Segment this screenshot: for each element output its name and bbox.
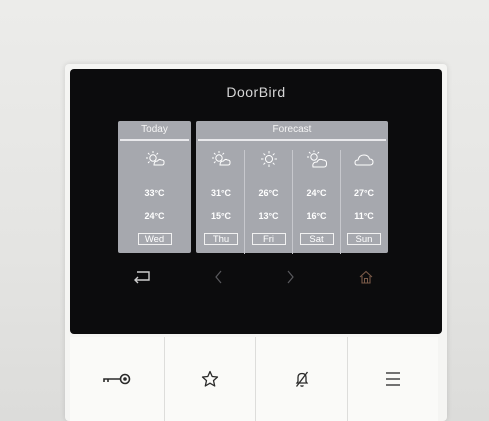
today-divider <box>120 139 189 141</box>
key-icon <box>103 373 131 385</box>
weather-day-today: 33°C 24°C Wed <box>120 150 189 250</box>
forecast-day[interactable]: 24°C 16°C Sat <box>293 150 340 250</box>
sun-cloud-icon <box>212 151 231 166</box>
menu-button[interactable] <box>347 337 438 421</box>
low-temp: 15°C <box>210 211 232 221</box>
return-arrow-icon[interactable] <box>132 268 152 286</box>
day-label: Wed <box>137 233 172 245</box>
high-temp: 26°C <box>258 188 279 198</box>
star-icon <box>201 370 219 387</box>
forecast-day[interactable]: 26°C 13°C Fri <box>245 150 292 250</box>
bell-muted-icon <box>295 371 308 387</box>
sun-cloud-icon <box>145 151 165 166</box>
sun-icon <box>260 151 277 167</box>
mute-bell-button[interactable] <box>255 337 347 421</box>
forecast-label: Forecast <box>272 124 312 135</box>
day-label: Sun <box>347 233 381 245</box>
day-label: Thu <box>204 233 238 245</box>
key-button[interactable] <box>70 337 164 421</box>
favorite-button[interactable] <box>164 337 255 421</box>
low-temp: 11°C <box>354 211 374 221</box>
cloud-icon <box>354 154 374 166</box>
high-temp: 33°C <box>144 188 165 198</box>
chevron-right-icon[interactable] <box>284 269 296 285</box>
low-temp: 24°C <box>144 211 165 221</box>
forecast-divider <box>198 139 386 141</box>
home-icon[interactable] <box>358 269 374 285</box>
low-temp: 13°C <box>258 211 279 221</box>
forecast-day[interactable]: 31°C 15°C Thu <box>198 150 244 250</box>
day-label: Sat <box>299 233 334 245</box>
sun-cloud-icon <box>306 150 327 168</box>
forecast-day[interactable]: 27°C 11°C Sun <box>341 150 387 250</box>
day-label: Fri <box>251 233 286 245</box>
brand-title: DoorBird <box>226 84 286 100</box>
high-temp: 27°C <box>353 188 375 198</box>
low-temp: 16°C <box>306 211 327 221</box>
chevron-left-icon[interactable] <box>213 269 225 285</box>
high-temp: 24°C <box>306 188 327 198</box>
today-label: Today <box>141 124 168 135</box>
high-temp: 31°C <box>210 188 232 198</box>
menu-icon <box>386 372 400 386</box>
